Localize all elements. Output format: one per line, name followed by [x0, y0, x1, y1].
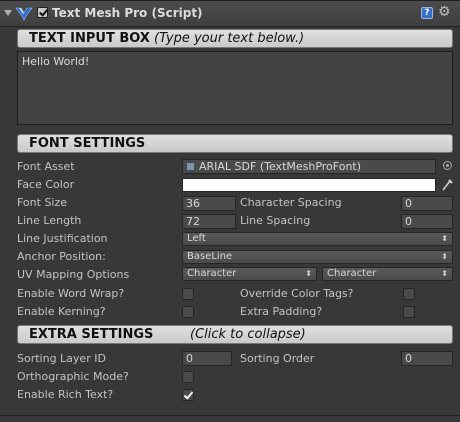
component-title: Text Mesh Pro (Script)	[52, 6, 203, 20]
extra-padding-checkbox[interactable]	[403, 306, 415, 318]
word-wrap-checkbox[interactable]	[182, 288, 194, 300]
uv-mapping-value-2: Character	[327, 268, 377, 279]
font-asset-field[interactable]: ARIAL SDF (TextMeshProFont)	[182, 159, 436, 174]
face-color-field[interactable]	[182, 178, 436, 192]
dropdown-arrows-icon: ⬍	[441, 234, 448, 243]
kerning-label: Enable Kerning?	[17, 305, 106, 318]
rich-text-checkbox[interactable]	[182, 389, 194, 401]
uv-mapping-vertical-dropdown[interactable]: Character ⬍	[322, 267, 453, 281]
uv-mapping-label: UV Mapping Options	[17, 268, 130, 281]
orthographic-mode-checkbox[interactable]	[182, 371, 194, 383]
dropdown-arrows-icon: ⬍	[441, 252, 448, 261]
foldout-arrow-icon[interactable]	[4, 10, 12, 16]
font-asset-label: Font Asset	[17, 160, 75, 173]
extra-settings-header-subtitle: (Click to collapse)	[190, 327, 306, 342]
text-input-header[interactable]: TEXT INPUT BOX (Type your text below.)	[17, 29, 453, 48]
kerning-checkbox[interactable]	[182, 306, 194, 318]
text-input-header-subtitle: (Type your text below.)	[154, 31, 305, 46]
line-justification-value: Left	[187, 233, 206, 244]
character-spacing-field[interactable]: 0	[401, 196, 453, 211]
anchor-position-value: BaseLine	[187, 251, 233, 262]
line-spacing-label: Line Spacing	[240, 214, 311, 227]
eyedropper-icon[interactable]	[440, 177, 454, 193]
face-color-label: Face Color	[17, 178, 75, 191]
font-file-icon	[186, 162, 195, 171]
font-settings-header[interactable]: FONT SETTINGS	[17, 134, 453, 153]
line-spacing-field[interactable]: 0	[401, 214, 453, 229]
font-size-label: Font Size	[17, 196, 68, 209]
line-justification-label: Line Justification	[17, 232, 108, 245]
uv-mapping-value-1: Character	[187, 268, 237, 279]
extra-padding-label: Extra Padding?	[240, 305, 323, 318]
extra-settings-header-title: EXTRA SETTINGS	[29, 327, 154, 342]
component-enabled-checkbox[interactable]	[37, 7, 48, 18]
dropdown-arrows-icon: ⬍	[441, 269, 448, 278]
font-settings-header-title: FONT SETTINGS	[29, 136, 146, 151]
component-titlebar[interactable]: Text Mesh Pro (Script) ? ⚙	[0, 1, 460, 27]
override-color-tags-label: Override Color Tags?	[240, 287, 354, 300]
override-color-tags-checkbox[interactable]	[403, 288, 415, 300]
sorting-layer-field[interactable]: 0	[182, 351, 232, 366]
help-icon[interactable]: ?	[421, 7, 433, 19]
extra-settings-header[interactable]: EXTRA SETTINGS (Click to collapse)	[17, 325, 453, 344]
font-asset-value: ARIAL SDF (TextMeshProFont)	[199, 160, 362, 173]
anchor-position-dropdown[interactable]: BaseLine ⬍	[182, 250, 453, 264]
text-input-area[interactable]: Hello World!	[17, 51, 453, 125]
font-size-field[interactable]: 36	[182, 196, 236, 211]
line-length-field[interactable]: 72	[182, 214, 236, 229]
orthographic-mode-label: Orthographic Mode?	[17, 370, 129, 383]
object-picker-icon[interactable]	[443, 161, 452, 170]
inspector-panel: Text Mesh Pro (Script) ? ⚙ TEXT INPUT BO…	[0, 0, 460, 422]
sorting-order-label: Sorting Order	[240, 352, 315, 365]
line-justification-dropdown[interactable]: Left ⬍	[182, 232, 453, 246]
sorting-order-field[interactable]: 0	[401, 351, 453, 366]
sorting-layer-label: Sorting Layer ID	[17, 352, 106, 365]
anchor-position-label: Anchor Position:	[17, 250, 106, 263]
divider	[0, 415, 460, 416]
character-spacing-label: Character Spacing	[240, 196, 342, 209]
line-length-label: Line Length	[17, 214, 82, 227]
uv-mapping-horizontal-dropdown[interactable]: Character ⬍	[182, 267, 317, 281]
text-input-header-title: TEXT INPUT BOX	[29, 31, 150, 46]
rich-text-label: Enable Rich Text?	[17, 388, 114, 401]
dropdown-arrows-icon: ⬍	[305, 269, 312, 278]
gear-icon[interactable]: ⚙	[438, 5, 451, 19]
tmp-logo-icon	[15, 7, 33, 21]
word-wrap-label: Enable Word Wrap?	[17, 287, 125, 300]
